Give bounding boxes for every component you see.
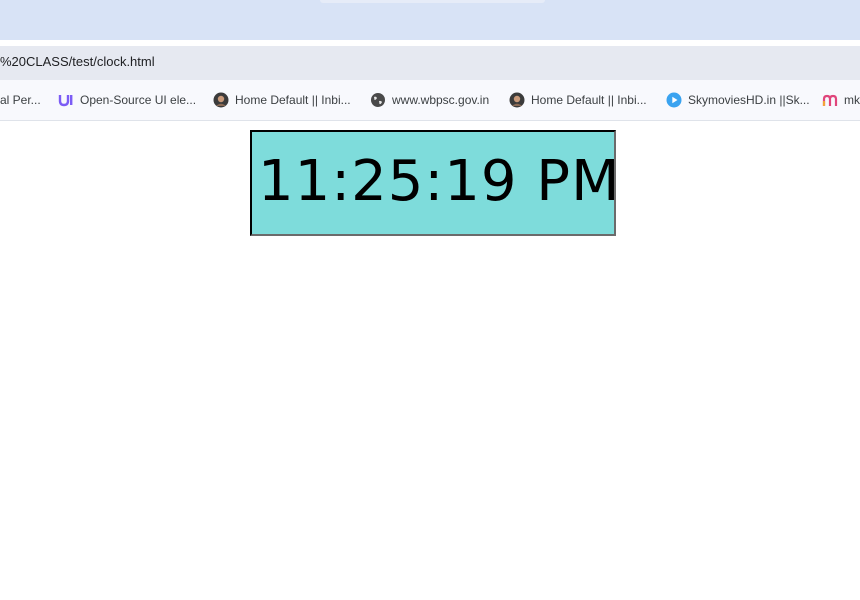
bookmark-label: Home Default || Inbi... [235, 93, 351, 107]
bookmark-item[interactable]: al Per... [0, 91, 41, 109]
tab-strip [0, 0, 860, 40]
bookmark-label: Open-Source UI ele... [80, 93, 197, 107]
bookmark-item[interactable]: Open-Source UI ele... [58, 91, 196, 109]
bookmark-item[interactable]: www.wbpsc.gov.in [370, 91, 489, 109]
play-icon [666, 92, 682, 108]
globe-icon [370, 92, 386, 108]
avatar-icon [509, 92, 525, 108]
bookmark-label: mk [844, 93, 860, 107]
bookmark-label: www.wbpsc.gov.in [392, 93, 490, 107]
bookmark-item[interactable]: SkymoviesHD.in ||Sk... [666, 91, 810, 109]
bookmark-item[interactable]: Home Default || Inbi... [213, 91, 351, 109]
bookmark-item[interactable]: Home Default || Inbi... [509, 91, 647, 109]
page-content: 11:25:19 PM [0, 121, 860, 600]
avatar-icon [213, 92, 229, 108]
bookmark-label: Home Default || Inbi... [531, 93, 647, 107]
address-bar-url[interactable]: %20CLASS/test/clock.html [0, 54, 155, 69]
clock-time: 11:25:19 PM [258, 149, 621, 214]
bookmarks-bar: al Per... Open-Source UI ele... Home Def… [0, 80, 860, 121]
digital-clock: 11:25:19 PM [250, 130, 619, 236]
active-tab-edge[interactable] [320, 0, 545, 3]
m-logo-icon [822, 92, 838, 108]
bookmark-label: SkymoviesHD.in ||Sk... [688, 93, 810, 107]
bookmark-label: al Per... [0, 93, 41, 107]
address-bar[interactable]: %20CLASS/test/clock.html [0, 46, 860, 80]
ui-logo-icon [58, 92, 74, 108]
bookmark-item[interactable]: mk [822, 91, 860, 109]
